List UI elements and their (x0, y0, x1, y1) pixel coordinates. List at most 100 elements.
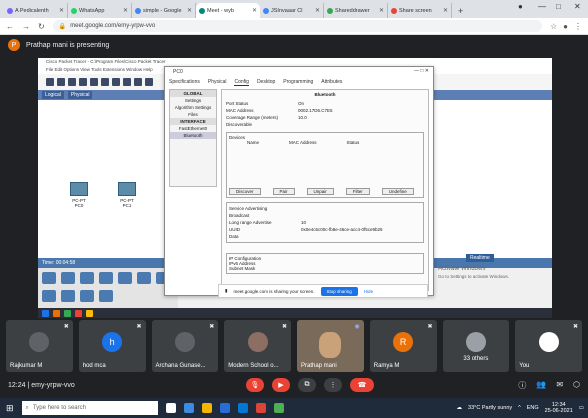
self-tile[interactable]: ✖ You (515, 320, 582, 372)
store-icon[interactable] (219, 403, 230, 413)
close-icon[interactable]: ✕ (59, 7, 64, 14)
file-explorer-icon[interactable] (201, 403, 212, 413)
tab-physical[interactable]: Physical (208, 79, 227, 86)
participant-tile[interactable]: ✖ h hod mca (78, 320, 146, 372)
close-window-icon[interactable]: ✕ (574, 2, 581, 11)
browser-tab-active[interactable]: Meet - wyb ✕ (196, 3, 260, 18)
pair-button[interactable]: Pair (272, 188, 295, 195)
clock-date: 25-06-2021 (544, 408, 573, 414)
tab-attributes[interactable]: Attributes (321, 79, 342, 86)
mail-icon[interactable] (237, 403, 248, 413)
discover-button[interactable]: Discover (229, 188, 261, 195)
forward-icon[interactable]: → (22, 22, 30, 31)
profile-icon[interactable]: ● (518, 2, 523, 11)
notifications-icon[interactable]: ▭ (579, 405, 584, 411)
participant-tile[interactable]: ✖ Rajkumar M (6, 320, 73, 372)
participant-tile[interactable]: ✖ Modern School o... (224, 320, 291, 372)
stop-sharing-button[interactable]: Stop sharing (320, 286, 358, 296)
sidebar-item-bluetooth[interactable]: Bluetooth (170, 132, 216, 139)
reload-icon[interactable]: ↻ (38, 22, 45, 31)
activities-icon[interactable]: ⬡ (573, 380, 580, 391)
star-icon[interactable]: ☆ (550, 22, 557, 31)
browser-tab[interactable]: A Pedicalenth ✕ (4, 3, 68, 18)
app-icon[interactable] (273, 403, 284, 413)
tab-programming[interactable]: Programming (283, 79, 313, 86)
unpair-button[interactable]: Unpair (306, 188, 334, 195)
sidebar-item-files[interactable]: Files (170, 111, 216, 118)
present-button[interactable]: ⧉ (298, 378, 316, 392)
menu-kebab-icon[interactable]: ⋮ (574, 22, 582, 31)
hide-button[interactable]: Hide (364, 289, 373, 294)
sidebar-item-algorithm[interactable]: Algorithm Settings (170, 104, 216, 111)
sidebar-item-settings[interactable]: Settings (170, 97, 216, 104)
chrome-icon[interactable] (255, 403, 266, 413)
device-icon (80, 272, 94, 284)
tab-desktop[interactable]: Desktop (257, 79, 275, 86)
filter-button[interactable]: Filter (345, 188, 370, 195)
end-call-button[interactable]: ☎ (350, 378, 374, 392)
url-input[interactable]: 🔒 meet.google.com/emy-yrpw-vvo (52, 20, 542, 32)
port-status-checkbox[interactable]: On (298, 100, 304, 107)
more-options-button[interactable]: ⋮ (324, 378, 342, 392)
participant-tile[interactable]: ✖ R Ramya M (369, 320, 437, 372)
browser-tab[interactable]: Shareddrawer ✕ (324, 3, 388, 18)
tab-config[interactable]: Config (234, 79, 249, 86)
device-icon (137, 272, 151, 284)
maximize-icon[interactable]: □ (556, 2, 561, 11)
dialog-window-controls[interactable]: — □ ✕ (414, 68, 429, 74)
avatar (538, 332, 559, 352)
browser-tab-strip: A Pedicalenth ✕ WhatsApp ✕ simple - Google… (0, 0, 588, 18)
undefine-button[interactable]: Undefine (381, 188, 414, 195)
device-palette (38, 268, 178, 308)
device-icon (99, 289, 113, 302)
others-tile[interactable]: 33 others (442, 320, 510, 372)
close-icon[interactable]: ✕ (379, 7, 384, 14)
participant-tile[interactable]: ✖ Archana Gunase... (151, 320, 219, 372)
browser-tab[interactable]: simple - Google ✕ (132, 3, 196, 18)
sidebar-item-fastethernet[interactable]: FastEthernet0 (170, 125, 216, 132)
field-label: Discoverable (226, 122, 253, 127)
profile-avatar-icon[interactable]: ● (563, 22, 568, 31)
pc0-label: PC-PT PC0 (72, 198, 86, 208)
browser-tab[interactable]: JSInvaaar Cl ✕ (260, 3, 324, 18)
close-icon[interactable]: ✕ (315, 7, 320, 14)
device-icon (61, 289, 75, 302)
coverage-range-input[interactable]: 10.0 (298, 114, 307, 121)
mic-off-icon: ✖ (209, 324, 215, 330)
people-icon[interactable]: 👥 (536, 380, 546, 391)
close-icon[interactable]: ✕ (443, 7, 448, 14)
windows-start-icon[interactable]: ⊞ (6, 403, 14, 414)
screen-root: A Pedicalenth ✕ WhatsApp ✕ simple - Google… (0, 0, 588, 418)
long-range-input[interactable]: 10 (301, 219, 306, 226)
toolbar-icon (90, 78, 98, 86)
new-tab-button[interactable]: + (452, 3, 469, 18)
mic-toggle-button[interactable]: 🎙 (246, 378, 264, 392)
close-icon[interactable]: ✕ (187, 7, 192, 14)
participant-tile-video[interactable]: ◉ Prathap mani (297, 320, 364, 372)
taskbar-search[interactable]: ⌕ Type here to search (21, 401, 158, 415)
browser-tab[interactable]: Share screen ✕ (388, 3, 452, 18)
chat-icon[interactable]: ✉ (556, 380, 563, 391)
taskbar-app-icon (64, 309, 71, 317)
clock[interactable]: 12:34 25-06-2021 (545, 402, 573, 414)
participant-name: Archana Gunase... (155, 363, 206, 369)
tray-arrow-icon[interactable]: ^ (518, 405, 521, 411)
camera-toggle-button[interactable]: ▶ (272, 378, 290, 392)
dialog-title: PC0 (173, 69, 183, 75)
tab-specifications[interactable]: Specifications (169, 79, 200, 86)
language-indicator[interactable]: ENG (527, 405, 539, 411)
minimize-icon[interactable]: — (538, 2, 546, 11)
info-icon[interactable]: ⓘ (518, 380, 526, 391)
mic-off-icon: ✖ (572, 324, 578, 330)
address-bar: ← → ↻ 🔒 meet.google.com/emy-yrpw-vvo ☆ ●… (0, 18, 588, 35)
browser-tab[interactable]: WhatsApp ✕ (68, 3, 132, 18)
back-icon[interactable]: ← (6, 22, 14, 31)
close-icon[interactable]: ✕ (252, 7, 257, 14)
edge-icon[interactable] (183, 403, 194, 413)
col-mac: MAC Address (289, 140, 317, 145)
uuid-input[interactable]: 0x0e4c6c00c-fb8e-46ce-acc4-0f5ce9b26 (301, 226, 383, 233)
side-controls: ⓘ 👥 ✉ ⬡ (518, 380, 580, 391)
task-view-icon[interactable] (165, 403, 176, 413)
field-label: Port Status (226, 101, 249, 106)
close-icon[interactable]: ✕ (123, 7, 128, 14)
